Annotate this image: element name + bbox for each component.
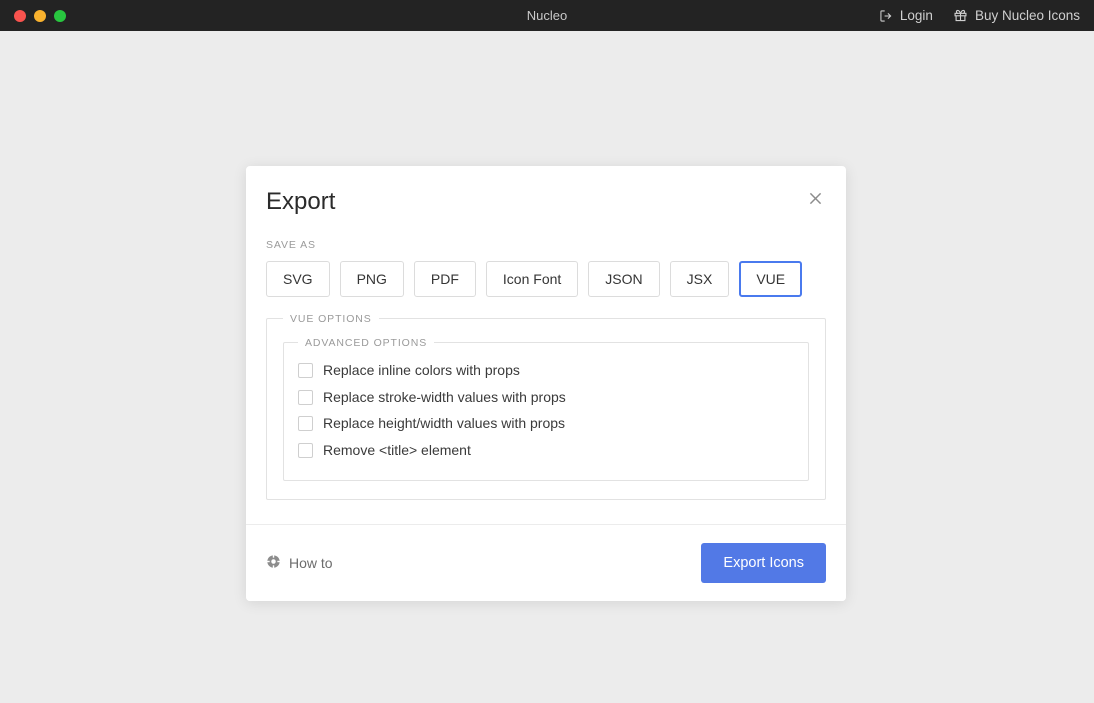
advanced-options-fieldset: ADVANCED OPTIONS Replace inline colors w…	[283, 336, 809, 482]
buy-nucleo-icons-label: Buy Nucleo Icons	[974, 8, 1080, 23]
checkbox-replace-height-width[interactable]	[298, 416, 313, 432]
checkbox-remove-title-element[interactable]	[298, 443, 313, 459]
checkbox-row-replace-inline-colors[interactable]: Replace inline colors with props	[298, 357, 794, 384]
checkbox-row-replace-height-width[interactable]: Replace height/width values with props	[298, 410, 794, 437]
save-as-label: SAVE AS	[266, 238, 316, 251]
format-button-png[interactable]: PNG	[339, 260, 404, 297]
checkbox-replace-inline-colors[interactable]	[298, 362, 313, 378]
page-title: Export	[266, 188, 336, 215]
gift-icon	[953, 8, 968, 23]
checkbox-label-replace-inline-colors: Replace inline colors with props	[323, 361, 520, 378]
sign-in-icon	[879, 9, 893, 23]
window-titlebar: Nucleo Login Buy Nucleo Icons	[0, 0, 1094, 31]
format-button-svg[interactable]: SVG	[266, 260, 330, 297]
buy-nucleo-icons-button[interactable]: Buy Nucleo Icons	[953, 8, 1080, 23]
traffic-lights	[14, 9, 66, 22]
export-dialog-footer: How to Export Icons	[246, 524, 846, 602]
window-close-button[interactable]	[14, 9, 26, 22]
checkbox-replace-stroke-width[interactable]	[298, 389, 313, 405]
titlebar-actions: Login Buy Nucleo Icons	[879, 0, 1080, 31]
window-minimize-button[interactable]	[34, 9, 46, 22]
format-button-vue[interactable]: VUE	[739, 260, 803, 297]
format-button-jsx[interactable]: JSX	[669, 260, 730, 297]
login-label: Login	[899, 8, 933, 23]
format-button-json[interactable]: JSON	[588, 260, 660, 297]
export-dialog-header: Export	[266, 186, 826, 217]
how-to-label: How to	[289, 555, 333, 572]
help-circle-icon	[266, 554, 281, 572]
vue-options-legend: VUE OPTIONS	[290, 312, 372, 325]
checkbox-label-remove-title-element: Remove <title> element	[323, 442, 471, 459]
export-dialog-body: Export SAVE AS SVG PNG PDF Icon Font JSO…	[246, 166, 846, 524]
format-button-group: SVG PNG PDF Icon Font JSON JSX VUE	[266, 260, 826, 297]
how-to-link[interactable]: How to	[266, 554, 333, 572]
close-icon	[807, 190, 824, 212]
vue-options-fieldset: VUE OPTIONS ADVANCED OPTIONS Replace inl…	[266, 312, 826, 501]
checkbox-row-replace-stroke-width[interactable]: Replace stroke-width values with props	[298, 384, 794, 411]
checkbox-label-replace-stroke-width: Replace stroke-width values with props	[323, 388, 566, 405]
format-button-icon-font[interactable]: Icon Font	[485, 260, 579, 297]
advanced-options-legend: ADVANCED OPTIONS	[305, 336, 428, 349]
window-maximize-button[interactable]	[54, 9, 66, 22]
export-icons-button[interactable]: Export Icons	[701, 543, 826, 584]
login-button[interactable]: Login	[879, 8, 933, 23]
close-button[interactable]	[802, 188, 828, 214]
checkbox-label-replace-height-width: Replace height/width values with props	[323, 415, 566, 432]
format-button-pdf[interactable]: PDF	[413, 260, 476, 297]
checkbox-row-remove-title-element[interactable]: Remove <title> element	[298, 437, 794, 464]
export-dialog: Export SAVE AS SVG PNG PDF Icon Font JSO…	[246, 166, 846, 602]
